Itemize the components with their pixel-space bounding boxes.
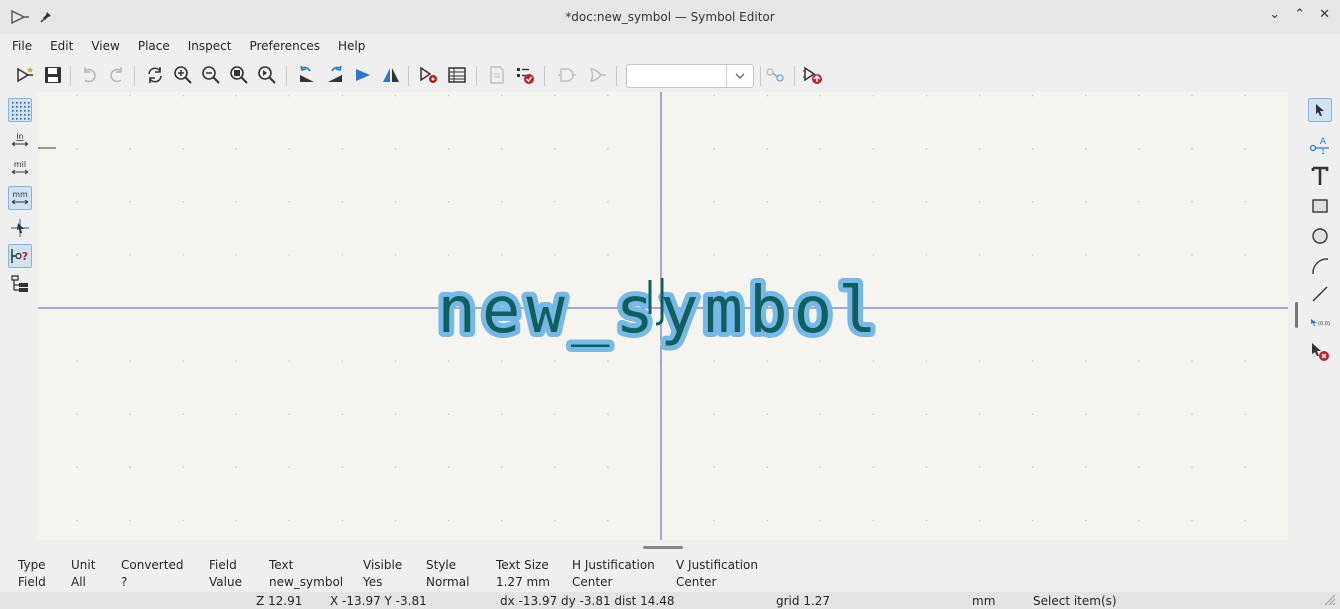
msg-value-visible: Yes bbox=[363, 575, 383, 589]
menu-help[interactable]: Help bbox=[329, 39, 374, 53]
right-toolbar: A1 (0,0) bbox=[1300, 92, 1340, 540]
left-toolbar: in mil mm ? bbox=[0, 92, 38, 540]
unit-inches-button[interactable]: in bbox=[8, 128, 32, 152]
redo-icon[interactable] bbox=[106, 64, 128, 86]
unit-mils-label: mil bbox=[14, 160, 26, 169]
sync-pins-icon[interactable] bbox=[764, 64, 786, 86]
menu-place[interactable]: Place bbox=[129, 39, 179, 53]
menu-preferences[interactable]: Preferences bbox=[240, 39, 329, 53]
svg-text:1: 1 bbox=[1321, 148, 1325, 155]
msg-header-field: Field bbox=[209, 558, 237, 572]
msg-value-style: Normal bbox=[426, 575, 470, 589]
hierarchy-tree-icon[interactable] bbox=[8, 272, 32, 296]
add-line-icon[interactable] bbox=[1308, 282, 1332, 306]
message-panel: Type Field Unit All Converted ? Field Va… bbox=[0, 556, 1340, 592]
pin-table-icon[interactable] bbox=[446, 64, 468, 86]
zoom-objects-icon[interactable] bbox=[256, 64, 278, 86]
grid-toggle-icon[interactable] bbox=[8, 98, 32, 122]
resize-grip-icon[interactable] bbox=[1322, 592, 1336, 609]
zoom-out-icon[interactable] bbox=[200, 64, 222, 86]
vertical-scrollbar[interactable] bbox=[1288, 92, 1300, 540]
splitter-grip[interactable] bbox=[643, 546, 683, 549]
unit-inches-label: in bbox=[16, 132, 23, 141]
unit-selector-combo[interactable] bbox=[626, 64, 754, 88]
msg-value-unit: All bbox=[71, 575, 86, 589]
rotate-cw-icon[interactable] bbox=[324, 64, 346, 86]
drawing-canvas[interactable]: new_symbol new_symbol bbox=[38, 92, 1288, 540]
de-morgan-alternate-icon[interactable] bbox=[586, 64, 608, 86]
msg-header-style: Style bbox=[426, 558, 457, 572]
unit-millimeters-button[interactable]: mm bbox=[8, 186, 32, 210]
status-delta: dx -13.97 dy -3.81 dist 14.48 bbox=[500, 594, 675, 608]
status-grid: grid 1.27 bbox=[776, 594, 831, 608]
msg-header-converted: Converted bbox=[121, 558, 184, 572]
delete-tool-icon[interactable] bbox=[1308, 340, 1332, 364]
menu-file[interactable]: File bbox=[0, 39, 41, 53]
menu-view[interactable]: View bbox=[82, 39, 128, 53]
refresh-icon[interactable] bbox=[144, 64, 166, 86]
add-to-schematic-icon[interactable] bbox=[802, 64, 824, 86]
rotate-ccw-icon[interactable] bbox=[296, 64, 318, 86]
add-arc-icon[interactable] bbox=[1308, 254, 1332, 278]
status-mode: Select item(s) bbox=[1033, 594, 1117, 608]
status-bar: Z 12.91 X -13.97 Y -3.81 dx -13.97 dy -3… bbox=[0, 592, 1340, 609]
window-title: *doc:new_symbol — Symbol Editor bbox=[565, 10, 775, 24]
symbol-name-text[interactable]: new_symbol bbox=[437, 274, 882, 348]
zoom-in-icon[interactable] bbox=[172, 64, 194, 86]
msg-value-v-justification: Center bbox=[676, 575, 717, 589]
msg-header-visible: Visible bbox=[363, 558, 403, 572]
msg-header-type: Type bbox=[18, 558, 46, 572]
add-circle-icon[interactable] bbox=[1308, 224, 1332, 248]
msg-header-v-justification: V Justification bbox=[676, 558, 758, 572]
canvas-svg[interactable]: new_symbol new_symbol bbox=[38, 92, 1288, 540]
unit-mils-button[interactable]: mil bbox=[8, 156, 32, 180]
set-anchor-icon[interactable]: (0,0) bbox=[1308, 310, 1332, 334]
menu-bar: File Edit View Place Inspect Preferences… bbox=[0, 34, 1340, 58]
title-bar: *doc:new_symbol — Symbol Editor ⌄ ⌃ ✕ bbox=[0, 0, 1340, 34]
chevron-down-icon[interactable] bbox=[726, 65, 753, 87]
new-symbol-icon[interactable] bbox=[14, 64, 36, 86]
add-rectangle-icon[interactable] bbox=[1308, 194, 1332, 218]
msg-header-h-justification: H Justification bbox=[572, 558, 655, 572]
add-text-icon[interactable] bbox=[1308, 164, 1332, 188]
menu-inspect[interactable]: Inspect bbox=[179, 39, 241, 53]
save-icon[interactable] bbox=[42, 64, 64, 86]
msg-value-text: new_symbol bbox=[269, 575, 344, 589]
unit-millimeters-label: mm bbox=[12, 190, 28, 199]
svg-text:(0,0): (0,0) bbox=[1318, 321, 1330, 327]
msg-header-text-size: Text Size bbox=[496, 558, 549, 572]
msg-value-h-justification: Center bbox=[572, 575, 613, 589]
maximize-button[interactable]: ⌃ bbox=[1294, 7, 1305, 22]
msg-value-text-size: 1.27 mm bbox=[496, 575, 550, 589]
add-pin-icon[interactable]: A1 bbox=[1308, 132, 1332, 156]
de-morgan-standard-icon[interactable] bbox=[556, 64, 578, 86]
svg-text:A: A bbox=[1320, 137, 1327, 147]
scrollbar-thumb[interactable] bbox=[1295, 302, 1298, 328]
status-units: mm bbox=[972, 594, 996, 608]
status-cursor-position: X -13.97 Y -3.81 bbox=[330, 594, 427, 608]
mirror-h-icon[interactable] bbox=[352, 64, 374, 86]
panel-splitter[interactable] bbox=[0, 540, 1340, 556]
undo-icon[interactable] bbox=[78, 64, 100, 86]
msg-header-text: Text bbox=[269, 558, 294, 572]
show-pin-electrical-type-icon[interactable]: ? bbox=[8, 244, 32, 268]
zoom-fit-icon[interactable] bbox=[228, 64, 250, 86]
datasheet-icon[interactable] bbox=[486, 64, 508, 86]
status-zoom: Z 12.91 bbox=[256, 594, 303, 608]
msg-value-converted: ? bbox=[121, 575, 128, 589]
minimize-button[interactable]: ⌄ bbox=[1269, 7, 1280, 22]
svg-text:?: ? bbox=[22, 250, 28, 263]
symbol-checker-icon[interactable] bbox=[514, 64, 536, 86]
msg-value-field: Value bbox=[209, 575, 242, 589]
full-crosshair-icon[interactable] bbox=[8, 216, 32, 240]
select-tool-icon[interactable] bbox=[1308, 98, 1332, 122]
msg-header-unit: Unit bbox=[71, 558, 96, 572]
close-button[interactable]: ✕ bbox=[1319, 7, 1330, 22]
msg-value-type: Field bbox=[18, 575, 46, 589]
menu-edit[interactable]: Edit bbox=[41, 39, 82, 53]
mirror-v-icon[interactable] bbox=[380, 64, 402, 86]
symbol-properties-icon[interactable] bbox=[418, 64, 440, 86]
